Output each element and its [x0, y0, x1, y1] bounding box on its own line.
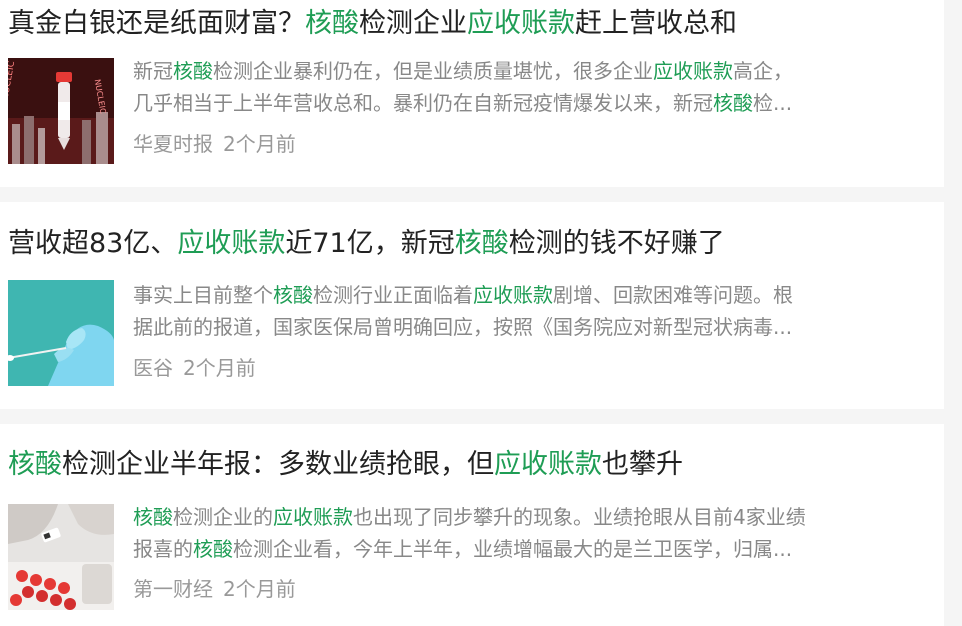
article-meta: 第一财经 2个月前: [133, 574, 296, 604]
title-text: 营收超83亿、: [8, 228, 178, 259]
title-keyword: 核酸: [8, 449, 62, 480]
article-source: 第一财经: [133, 577, 213, 601]
article-summary: 事实上目前整个核酸检测行业正面临着应收账款剧增、回款困难等问题。根 据此前的报道…: [133, 279, 923, 343]
article-meta: 华夏时报 2个月前: [133, 129, 296, 159]
summary-line: 报喜的核酸检测企业看，今年上半年，业绩增幅最大的是兰卫医学，归属...: [133, 537, 793, 561]
article-card[interactable]: 核酸检测企业半年报：多数业绩抢眼，但应收账款也攀升 核酸检测企业的应收账款也出现…: [0, 424, 944, 626]
article-summary: 核酸检测企业的应收账款也出现了同步攀升的现象。业绩抢眼从目前4家业绩 报喜的核酸…: [133, 501, 923, 565]
article-summary: 新冠核酸检测企业暴利仍在，但是业绩质量堪忧，很多企业应收账款高企， 几乎相当于上…: [133, 55, 923, 119]
summary-line: 几乎相当于上半年营收总和。暴利仍在自新冠疫情爆发以来，新冠核酸检...: [133, 91, 793, 115]
article-card[interactable]: 真金白银还是纸面财富？核酸检测企业应收账款赶上营收总和 NUCLEIC NUCL…: [0, 0, 944, 187]
title-text: 检测企业半年报：多数业绩抢眼，但: [62, 449, 494, 480]
summary-line: 据此前的报道，国家医保局曾明确回应，按照《国务院应对新型冠状病毒...: [133, 315, 793, 339]
summary-line: 事实上目前整个核酸检测行业正面临着应收账款剧增、回款困难等问题。根: [133, 283, 793, 307]
title-keyword: 核酸: [305, 8, 359, 39]
article-thumbnail[interactable]: [8, 504, 114, 610]
title-keyword: 应收账款: [467, 8, 575, 39]
article-title[interactable]: 营收超83亿、应收账款近71亿，新冠核酸检测的钱不好赚了: [8, 226, 725, 262]
article-thumbnail[interactable]: NUCLEIC NUCLEIC: [8, 58, 114, 164]
title-text: 检测企业: [359, 8, 467, 39]
nucleic-tube-image: NUCLEIC NUCLEIC: [8, 58, 114, 164]
lab-samples-image: [8, 504, 114, 610]
title-text: 赶上营收总和: [575, 8, 737, 39]
article-thumbnail[interactable]: [8, 280, 114, 386]
article-time: 2个月前: [223, 577, 296, 601]
title-keyword: 核酸: [454, 228, 509, 259]
title-text: 检测的钱不好赚了: [508, 228, 725, 259]
article-card[interactable]: 营收超83亿、应收账款近71亿，新冠核酸检测的钱不好赚了 事实上目前整个核酸检测…: [0, 202, 944, 409]
swab-glove-image: [8, 280, 114, 386]
article-source: 医谷: [133, 356, 173, 380]
title-text: 近71亿，新冠: [285, 228, 455, 259]
article-meta: 医谷 2个月前: [133, 353, 256, 383]
title-keyword: 应收账款: [177, 228, 286, 259]
title-keyword: 应收账款: [494, 449, 602, 480]
title-text: 真金白银还是纸面财富？: [8, 8, 305, 39]
summary-line: 新冠核酸检测企业暴利仍在，但是业绩质量堪忧，很多企业应收账款高企，: [133, 59, 793, 83]
article-time: 2个月前: [223, 132, 296, 156]
article-source: 华夏时报: [133, 132, 213, 156]
article-title[interactable]: 核酸检测企业半年报：多数业绩抢眼，但应收账款也攀升: [8, 447, 683, 483]
summary-line: 核酸检测企业的应收账款也出现了同步攀升的现象。业绩抢眼从目前4家业绩: [133, 505, 806, 529]
article-title[interactable]: 真金白银还是纸面财富？核酸检测企业应收账款赶上营收总和: [8, 6, 737, 42]
news-feed: 真金白银还是纸面财富？核酸检测企业应收账款赶上营收总和 NUCLEIC NUCL…: [0, 0, 962, 626]
article-time: 2个月前: [183, 356, 256, 380]
title-text: 也攀升: [602, 449, 683, 480]
